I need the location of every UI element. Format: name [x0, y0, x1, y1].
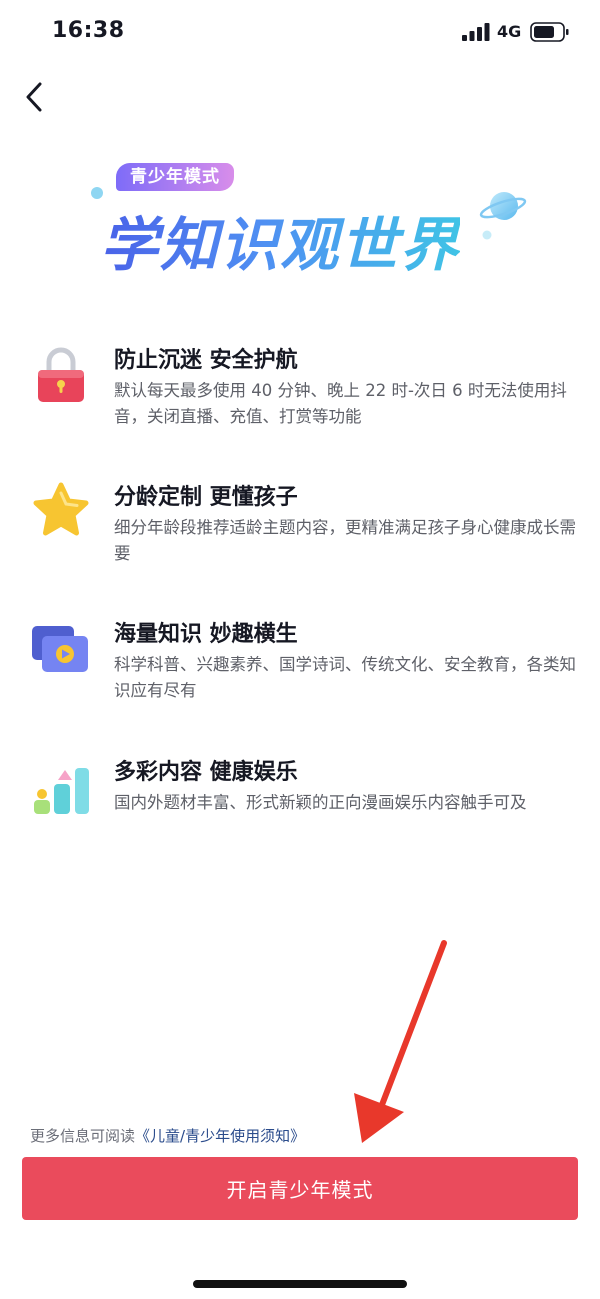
more-info-prefix: 更多信息可阅读: [30, 1127, 136, 1145]
feature-title: 防止沉迷 安全护航: [114, 348, 298, 373]
feature-title: 多彩内容 健康娱乐: [114, 760, 298, 785]
feature-description: 默认每天最多使用 40 分钟、晚上 22 时-次日 6 时无法使用抖音，关闭直播…: [114, 381, 567, 426]
planet-icon: [479, 192, 527, 220]
feature-description: 国内外题材丰富、形式新颖的正向漫画娱乐内容触手可及: [114, 793, 527, 812]
chevron-left-icon: [26, 82, 42, 112]
feature-title: 分龄定制 更懂孩子: [114, 485, 298, 510]
feature-item-entertainment: 多彩内容 健康娱乐 国内外题材丰富、形式新颖的正向漫画娱乐内容触手可及: [0, 750, 600, 870]
more-info-text: 更多信息可阅读《儿童/青少年使用须知》: [30, 1125, 305, 1146]
shapes-icon: [34, 768, 89, 814]
signal-icon: [462, 23, 490, 41]
battery-icon: [530, 22, 569, 42]
lock-icon: [38, 347, 84, 402]
feature-title: 海量知识 妙趣横生: [114, 622, 298, 647]
hero-banner: 青少年模式 学知识观世界: [90, 160, 530, 280]
decorative-dot-icon: [482, 230, 492, 240]
feature-description: 科学科普、兴趣素养、国学诗词、传统文化、安全教育，各类知识应有尽有: [114, 655, 576, 700]
hero-title: 学知识观世界: [100, 198, 460, 282]
feature-item-anti-addiction: 防止沉迷 安全护航 默认每天最多使用 40 分钟、晚上 22 时-次日 6 时无…: [0, 338, 600, 458]
usage-notice-link[interactable]: 《儿童/青少年使用须知》: [135, 1127, 305, 1145]
feature-description: 细分年龄段推荐适龄主题内容，更精准满足孩子身心健康成长需要: [114, 518, 576, 563]
star-icon: [33, 482, 89, 536]
enable-teen-mode-button[interactable]: 开启青少年模式: [22, 1157, 578, 1220]
teen-mode-badge: 青少年模式: [116, 163, 234, 191]
status-time: 16:38: [52, 18, 125, 43]
home-indicator[interactable]: [193, 1280, 407, 1288]
video-folder-icon: [32, 626, 88, 672]
back-button[interactable]: [20, 78, 52, 116]
annotation-arrow-icon: [354, 940, 447, 1143]
status-bar: 16:38 4G: [0, 0, 600, 66]
feature-item-knowledge: 海量知识 妙趣横生 科学科普、兴趣素养、国学诗词、传统文化、安全教育，各类知识应…: [0, 612, 600, 732]
feature-item-age-based: 分龄定制 更懂孩子 细分年龄段推荐适龄主题内容，更精准满足孩子身心健康成长需要: [0, 475, 600, 595]
network-type: 4G: [497, 22, 522, 41]
